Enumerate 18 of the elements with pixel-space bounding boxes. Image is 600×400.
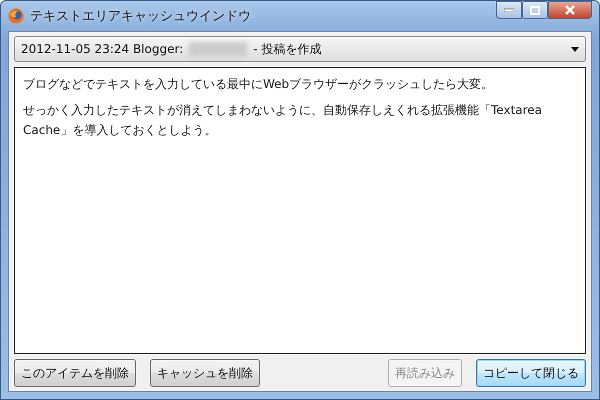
action-button[interactable]: このアイテムを削除 [14, 359, 136, 387]
paragraph: ブログなどでテキストを入力している最中にWebブラウザーがクラッシュしたら大変。 [23, 76, 494, 93]
caret-icon [571, 46, 579, 52]
app-logo-icon [8, 8, 24, 24]
action-button[interactable]: コピーして閉じる [476, 359, 586, 387]
entry-title-label: - 投稿を作成 [253, 40, 322, 58]
action-button[interactable]: キャッシュを削除 [150, 359, 260, 387]
window-title: テキストエリアキャッシュウインドウ [30, 8, 251, 25]
maximize-button[interactable] [522, 1, 548, 19]
close-icon [564, 5, 576, 15]
entry-date-label: 2012-11-05 23:24 Blogger: [21, 42, 184, 56]
paragraph: せっかく入力したテキストが消えてしまわないように、自動保存しえくれる拡張機能「Textarea Cache」を導入しておくとしよう。 [23, 102, 544, 139]
minimize-icon [504, 8, 514, 12]
minimize-button[interactable] [496, 1, 522, 19]
text-area[interactable]: ブログなどでテキストを入力している最中にWebブラウザーがクラッシュしたら大変。 せっかく入力したテキストが消えてしまわないように、自動保存しえくれる拡張機能「Textarea Cache」を導入しておくとしよう。 [14, 67, 586, 354]
close-button[interactable] [548, 1, 592, 19]
maximize-icon [530, 6, 540, 14]
entry-dropdown[interactable]: 2012-11-05 23:24 Blogger: - 投稿を作成 [14, 36, 586, 62]
